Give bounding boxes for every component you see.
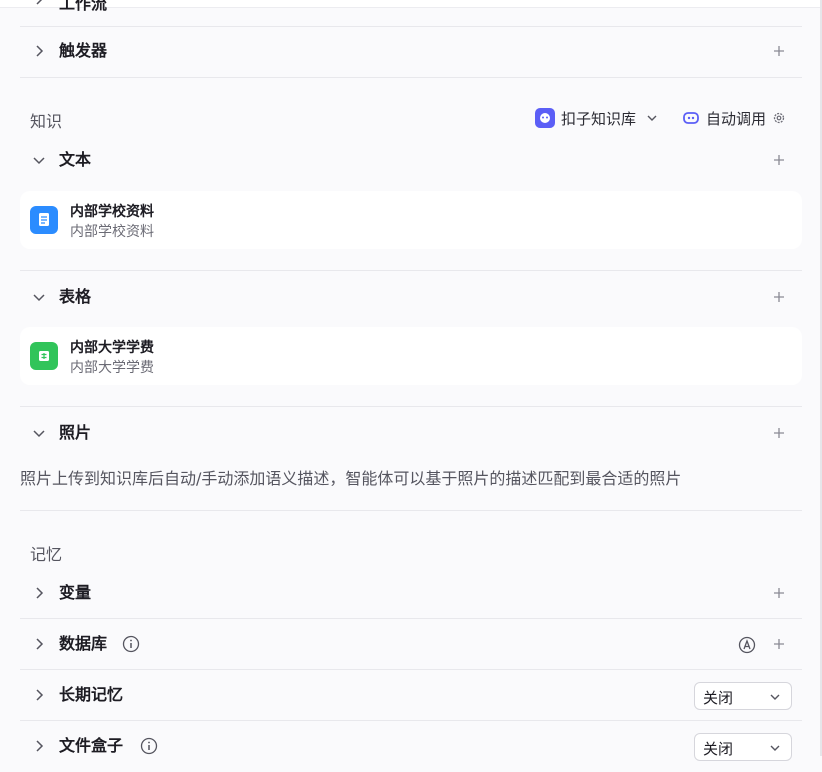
file-box-select[interactable]: 关闭: [694, 733, 792, 761]
add-table-icon[interactable]: [772, 290, 786, 304]
add-trigger-icon[interactable]: [772, 44, 786, 58]
database-title: 数据库: [59, 634, 108, 653]
chevron-right-icon[interactable]: [32, 0, 46, 6]
auto-call-setting[interactable]: 自动调用: [682, 107, 786, 129]
chevron-right-icon[interactable]: [32, 586, 46, 600]
add-text-icon[interactable]: [772, 153, 786, 167]
coze-kb-logo-icon: [535, 108, 555, 128]
text-knowledge-title: 文本: [59, 150, 92, 169]
divider: [20, 406, 802, 407]
kb-picker-label: 扣子知识库: [561, 109, 637, 128]
chevron-right-icon[interactable]: [32, 44, 46, 58]
knowledge-item-name: 内部学校资料: [70, 204, 154, 220]
knowledge-base-picker[interactable]: 扣子知识库: [535, 107, 658, 129]
knowledge-item-card[interactable]: 内部大学学费 内部大学学费: [20, 327, 802, 385]
memory-section-label: 记忆: [30, 545, 63, 564]
knowledge-item-card[interactable]: 内部学校资料 内部学校资料: [20, 191, 802, 249]
chevron-down-icon: [770, 745, 780, 751]
trigger-row[interactable]: 触发器: [20, 27, 802, 77]
auto-mode-icon[interactable]: [738, 636, 756, 654]
long-term-memory-title: 长期记忆: [59, 685, 124, 704]
workflow-title[interactable]: 工作流: [59, 0, 107, 14]
divider: [20, 669, 802, 670]
long-term-memory-select[interactable]: 关闭: [694, 682, 792, 710]
file-box-title: 文件盒子: [59, 736, 124, 755]
chevron-right-icon[interactable]: [32, 739, 46, 753]
divider: [20, 77, 802, 78]
table-knowledge-title: 表格: [59, 287, 92, 306]
photo-knowledge-row[interactable]: 照片: [20, 409, 802, 459]
database-row[interactable]: 数据库: [20, 620, 802, 670]
trigger-title: 触发器: [59, 41, 108, 60]
chevron-down-icon: [770, 694, 780, 700]
table-icon: [30, 342, 58, 370]
chevron-down-icon[interactable]: [32, 290, 46, 304]
add-photo-icon[interactable]: [772, 426, 786, 440]
knowledge-section-label: 知识: [30, 112, 63, 131]
add-database-icon[interactable]: [772, 637, 786, 651]
info-icon[interactable]: [140, 737, 158, 755]
table-knowledge-row[interactable]: 表格: [20, 273, 802, 323]
knowledge-item-name: 内部大学学费: [70, 340, 154, 356]
chevron-down-icon: [647, 115, 657, 121]
divider: [20, 510, 802, 511]
variables-title: 变量: [59, 583, 92, 602]
robot-icon: [683, 112, 699, 124]
top-border: [0, 0, 822, 8]
document-icon: [30, 206, 58, 234]
file-box-row[interactable]: 文件盒子 关闭: [20, 722, 802, 772]
gear-icon[interactable]: [772, 111, 786, 125]
divider: [20, 720, 802, 721]
variables-row[interactable]: 变量: [20, 569, 802, 619]
photo-knowledge-title: 照片: [59, 423, 92, 442]
chevron-right-icon[interactable]: [32, 637, 46, 651]
long-term-memory-row[interactable]: 长期记忆 关闭: [20, 671, 802, 721]
divider: [20, 618, 802, 619]
chevron-down-icon[interactable]: [32, 426, 46, 440]
divider: [20, 270, 802, 271]
chevron-right-icon[interactable]: [32, 688, 46, 702]
knowledge-item-desc: 内部学校资料: [70, 224, 154, 240]
chevron-down-icon[interactable]: [32, 153, 46, 167]
text-knowledge-row[interactable]: 文本: [20, 136, 802, 186]
photo-description: 照片上传到知识库后自动/手动添加语义描述，智能体可以基于照片的描述匹配到最合适的…: [20, 469, 682, 488]
add-variable-icon[interactable]: [772, 586, 786, 600]
knowledge-item-desc: 内部大学学费: [70, 360, 154, 376]
auto-call-label: 自动调用: [706, 109, 767, 128]
select-value: 关闭: [703, 689, 734, 707]
info-icon[interactable]: [122, 635, 140, 653]
